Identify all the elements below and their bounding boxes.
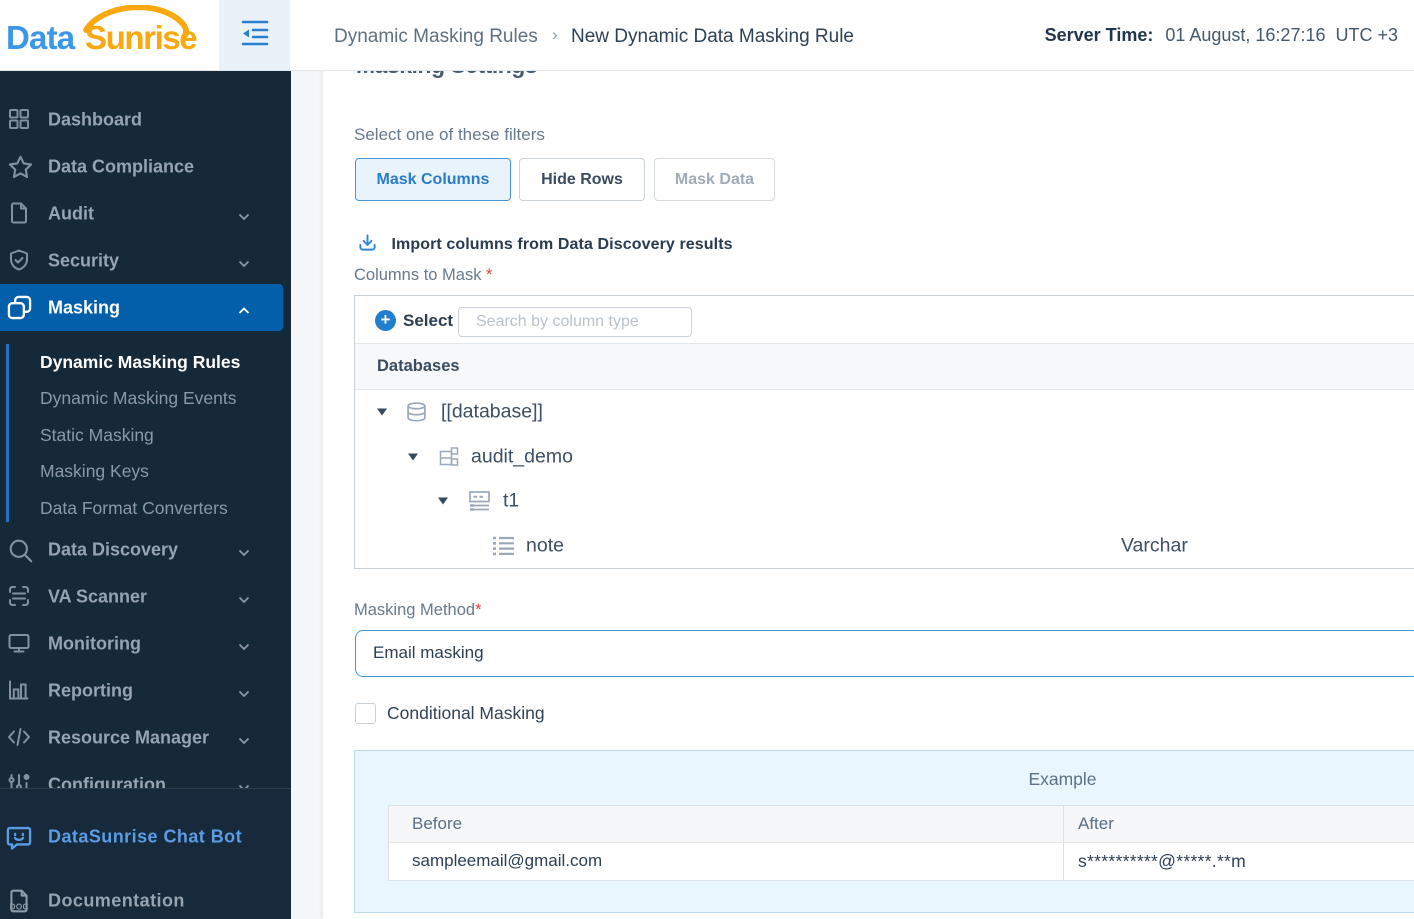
svg-text:Data: Data [6, 19, 76, 56]
svg-text:Sunrise: Sunrise [85, 19, 197, 56]
svg-text:DOC: DOC [10, 902, 29, 911]
